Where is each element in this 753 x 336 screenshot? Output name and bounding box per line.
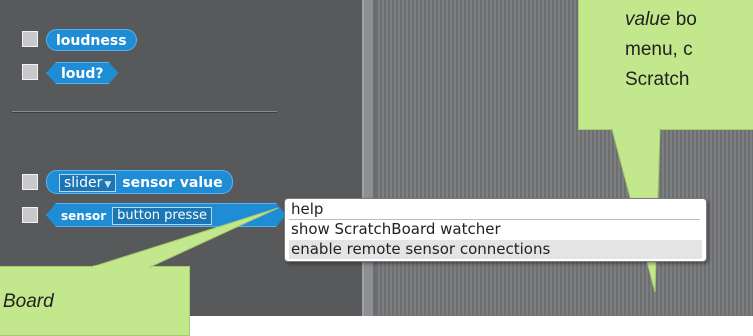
loud-boolean-block[interactable]: loud? <box>46 62 119 84</box>
sensor-type-dropdown[interactable]: slider ▼ <box>59 174 117 192</box>
callout-top-right: value bo menu, c Scratch <box>578 0 753 130</box>
callout-tr-line3: Scratch <box>625 69 690 90</box>
palette-divider <box>12 111 277 113</box>
sensor-type-label: slider <box>64 175 103 191</box>
menu-item-show-watcher[interactable]: show ScratchBoard watcher <box>289 220 702 239</box>
sensor-pressed-boolean-block[interactable]: sensor button presse <box>46 203 286 227</box>
loud-checkbox[interactable] <box>22 64 38 80</box>
menu-item-enable-remote-sensors[interactable]: enable remote sensor connections <box>289 240 702 259</box>
sensor-label: sensor <box>61 209 107 223</box>
callout-tr-line1-rest: bo <box>670 9 697 30</box>
sensor-value-reporter-block[interactable]: slider ▼ sensor value <box>46 170 233 194</box>
loud-label: loud? <box>61 66 104 82</box>
chevron-down-icon: ▼ <box>104 180 112 190</box>
sensor-pressed-checkbox[interactable] <box>22 207 38 223</box>
sensor-value-checkbox[interactable] <box>22 174 38 190</box>
menu-item-help[interactable]: help <box>289 200 702 219</box>
callout-tr-italic: value <box>625 9 671 30</box>
callout-tr-line1: value bo <box>625 5 753 35</box>
loudness-label: loudness <box>56 33 127 49</box>
sensor-button-dropdown[interactable]: button presse <box>112 207 212 225</box>
loudness-checkbox[interactable] <box>22 31 38 47</box>
callout-bl-text: Board <box>3 291 54 312</box>
callout-bottom-left: Board <box>0 266 190 336</box>
callout-tr-line2: menu, c <box>625 39 693 60</box>
context-menu: help show ScratchBoard watcher enable re… <box>284 198 707 262</box>
loudness-reporter-block[interactable]: loudness <box>46 29 137 51</box>
pane-splitter[interactable] <box>362 0 376 316</box>
sensor-value-label: sensor value <box>122 175 223 191</box>
